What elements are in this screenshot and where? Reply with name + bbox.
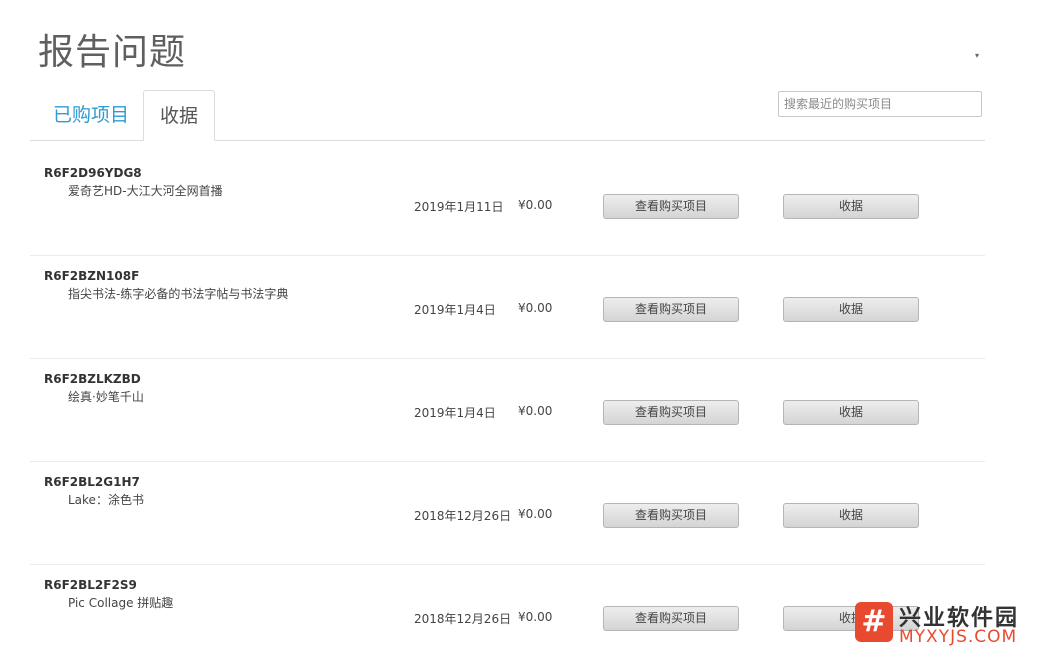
view-purchases-button[interactable]: 查看购买项目 (603, 400, 739, 425)
receipt-row: R6F2D96YDG8 爱奇艺HD-大江大河全网首播 2019年1月11日 ¥0… (30, 153, 985, 256)
receipt-button[interactable]: 收据 (783, 400, 919, 425)
view-purchases-button[interactable]: 查看购买项目 (603, 503, 739, 528)
receipt-date: 2018年12月26日 (414, 509, 512, 523)
receipt-item-name: 爱奇艺HD-大江大河全网首播 (68, 184, 223, 198)
view-purchases-button[interactable]: 查看购买项目 (603, 297, 739, 322)
receipt-row: R6F2BL2F2S9 Pic Collage 拼贴趣 2018年12月26日 … (30, 565, 985, 667)
receipt-id: R6F2D96YDG8 (44, 166, 142, 180)
tab-purchased-items[interactable]: 已购项目 (40, 90, 142, 139)
receipt-price: ¥0.00 (518, 301, 553, 315)
receipt-item-name: Lake：涂色书 (68, 493, 144, 507)
receipt-button[interactable]: 收据 (783, 503, 919, 528)
receipt-button[interactable]: 收据 (783, 194, 919, 219)
watermark-logo-icon: # (855, 602, 893, 642)
receipt-date: 2019年1月4日 (414, 406, 496, 420)
watermark-url: MYXYJS.COM (899, 627, 1018, 647)
tab-receipts[interactable]: 收据 (143, 90, 215, 141)
receipt-row: R6F2BZN108F 指尖书法-练字必备的书法字帖与书法字典 2019年1月4… (30, 256, 985, 359)
receipt-list: R6F2D96YDG8 爱奇艺HD-大江大河全网首播 2019年1月11日 ¥0… (30, 153, 985, 667)
receipt-item-name: 指尖书法-练字必备的书法字帖与书法字典 (68, 287, 289, 301)
view-purchases-button[interactable]: 查看购买项目 (603, 194, 739, 219)
receipt-date: 2019年1月4日 (414, 303, 496, 317)
receipt-button[interactable]: 收据 (783, 297, 919, 322)
receipt-id: R6F2BZLKZBD (44, 372, 141, 386)
view-purchases-button[interactable]: 查看购买项目 (603, 606, 739, 631)
receipt-date: 2018年12月26日 (414, 612, 512, 626)
account-dropdown-caret-icon[interactable]: ▾ (975, 51, 979, 60)
receipt-id: R6F2BZN108F (44, 269, 140, 283)
site-watermark: # 兴业软件园 MYXYJS.COM (852, 599, 1057, 661)
receipt-item-name: 绘真·妙笔千山 (68, 390, 144, 404)
receipt-row: R6F2BL2G1H7 Lake：涂色书 2018年12月26日 ¥0.00 查… (30, 462, 985, 565)
page-title: 报告问题 (38, 32, 187, 73)
receipt-price: ¥0.00 (518, 507, 553, 521)
receipt-price: ¥0.00 (518, 404, 553, 418)
receipt-row: R6F2BZLKZBD 绘真·妙笔千山 2019年1月4日 ¥0.00 查看购买… (30, 359, 985, 462)
receipt-id: R6F2BL2G1H7 (44, 475, 140, 489)
receipt-item-name: Pic Collage 拼贴趣 (68, 596, 174, 610)
receipt-date: 2019年1月11日 (414, 200, 504, 214)
receipt-price: ¥0.00 (518, 198, 553, 212)
search-input[interactable] (778, 91, 982, 117)
receipt-price: ¥0.00 (518, 610, 553, 624)
receipt-id: R6F2BL2F2S9 (44, 578, 137, 592)
